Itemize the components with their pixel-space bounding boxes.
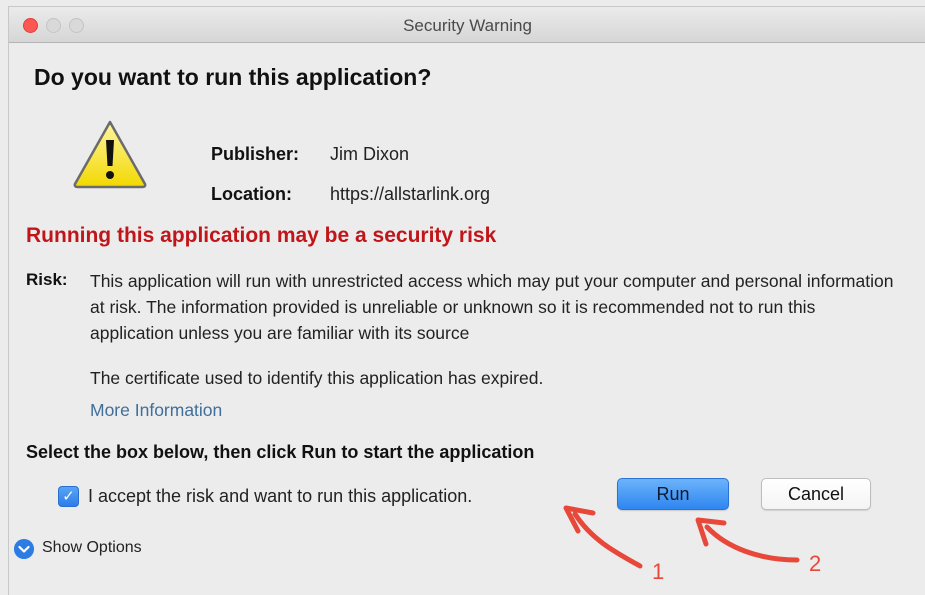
checkmark-icon: ✓ [62,488,75,505]
risk-description: This application will run with unrestric… [90,271,894,343]
accept-risk-checkbox[interactable]: ✓ [58,486,79,507]
accept-risk-label[interactable]: I accept the risk and want to run this a… [88,486,472,507]
cancel-button[interactable]: Cancel [761,478,871,510]
dialog-heading: Do you want to run this application? [34,64,432,90]
run-button[interactable]: Run [617,478,729,510]
risk-title: Running this application may be a securi… [26,224,497,247]
warning-triangle-icon [73,120,147,189]
publisher-value: Jim Dixon [330,144,410,164]
location-label: Location: [211,184,292,204]
certificate-expired-text: The certificate used to identify this ap… [90,368,544,388]
annotation-number-1: 1 [652,559,665,584]
more-information-link[interactable]: More Information [90,400,222,421]
location-value: https://allstarlink.org [330,184,491,204]
show-options-toggle[interactable]: Show Options [42,539,142,557]
run-instruction: Select the box below, then click Run to … [26,442,535,462]
title-bar[interactable]: Security Warning [9,7,925,43]
annotation-number-2: 2 [809,551,822,576]
chevron-down-icon[interactable] [14,539,34,559]
publisher-label: Publisher: [211,144,300,164]
window-title: Security Warning [403,16,532,35]
risk-label: Risk: [26,270,68,289]
